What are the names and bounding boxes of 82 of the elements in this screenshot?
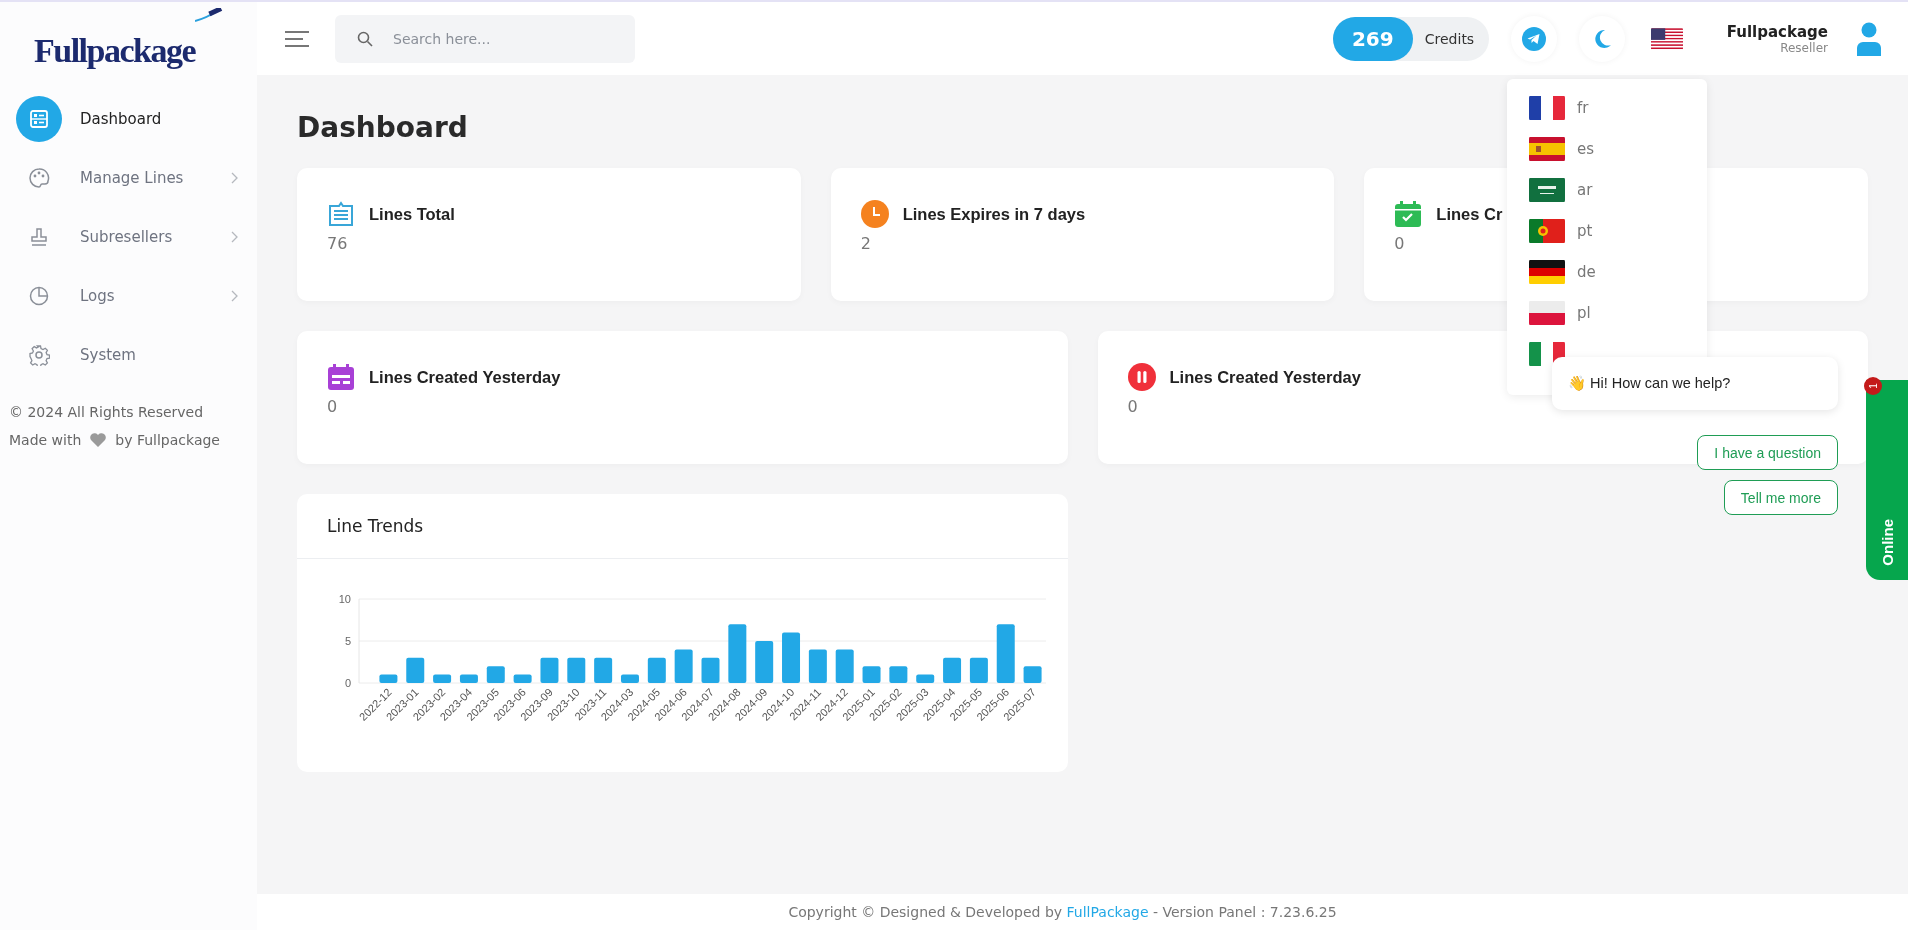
bar xyxy=(540,657,559,683)
bar xyxy=(862,666,881,683)
heart-icon xyxy=(89,432,108,448)
bar xyxy=(621,674,639,683)
menu-icon[interactable] xyxy=(285,29,309,48)
search-icon xyxy=(357,30,373,47)
credits-amount: 269 xyxy=(1332,16,1413,61)
user-role: Reseller xyxy=(1780,40,1828,55)
bar xyxy=(943,657,962,683)
copyright-text: © 2024 All Rights Reserved xyxy=(8,403,205,420)
clock-icon xyxy=(860,200,889,228)
sidebar-item[interactable]: System xyxy=(16,331,257,378)
card-title: Lines Total xyxy=(369,204,455,224)
sidebar-item[interactable]: Subresellers xyxy=(16,213,257,260)
satellite-icon xyxy=(195,8,224,22)
bar xyxy=(782,632,800,683)
card-title: Lines Cr xyxy=(1436,204,1503,224)
footer-text: Copyright © Designed & Developed by FullPackage - Version Panel : 7.23.6.25 xyxy=(788,904,1337,920)
language-option[interactable]: pl xyxy=(1577,304,1591,322)
bar xyxy=(701,657,720,683)
card-title: Lines Expires in 7 days xyxy=(902,204,1086,224)
pause-icon xyxy=(1127,363,1156,391)
axis-label: 0 xyxy=(344,677,351,689)
search-field[interactable]: Search here... xyxy=(335,14,635,63)
bar xyxy=(1023,666,1042,683)
calendar-icon xyxy=(327,363,355,391)
card-value: 0 xyxy=(1394,234,1405,253)
bar xyxy=(889,666,908,683)
axis-label: 5 xyxy=(344,635,351,647)
bar xyxy=(647,657,666,683)
bar xyxy=(379,674,398,683)
made-with-text: Made with xyxy=(9,432,82,448)
flag-icon[interactable] xyxy=(1529,259,1565,285)
dashboard-icon xyxy=(16,95,62,142)
card-value: 0 xyxy=(327,397,338,416)
bar xyxy=(916,674,935,683)
bar xyxy=(433,674,452,683)
card-value: 0 xyxy=(1127,397,1138,416)
bar xyxy=(835,649,854,683)
language-option[interactable]: es xyxy=(1577,140,1595,158)
chat-reply-button[interactable]: Tell me more xyxy=(1723,480,1838,515)
bar xyxy=(459,674,478,683)
bar xyxy=(996,624,1015,683)
chat-reply-button[interactable]: I have a question xyxy=(1697,435,1838,470)
bar xyxy=(513,674,532,683)
sidebar-item[interactable]: Manage Lines xyxy=(16,154,257,201)
language-option[interactable]: de xyxy=(1577,263,1596,281)
logo[interactable]: Fullpackage xyxy=(33,31,196,69)
bar xyxy=(594,657,613,683)
axis-label: 10 xyxy=(338,593,351,605)
calendar-check-icon xyxy=(1394,200,1423,228)
language-option[interactable]: pt xyxy=(1577,222,1593,240)
flag-icon[interactable] xyxy=(1529,95,1565,121)
notification-badge: 1 xyxy=(1864,377,1882,395)
bar xyxy=(755,641,774,683)
bar xyxy=(406,657,425,683)
sidebar-item[interactable]: Dashboard xyxy=(16,95,257,142)
card-title: Lines Created Yesterday xyxy=(369,367,561,387)
bar xyxy=(808,649,827,683)
document-icon xyxy=(327,200,355,228)
chat-greeting: 👋 Hi! How can we help? xyxy=(1552,357,1838,410)
credits-label: Credits xyxy=(1423,30,1475,47)
made-by-text: by Fullpackage xyxy=(115,432,220,448)
bar xyxy=(674,649,693,683)
language-option[interactable]: ar xyxy=(1577,181,1593,199)
page-title: Dashboard xyxy=(297,111,468,144)
flag-icon[interactable] xyxy=(1650,26,1683,51)
sidebar-item[interactable]: Logs xyxy=(16,272,257,319)
user-avatar-icon[interactable] xyxy=(1854,21,1884,56)
bar xyxy=(567,657,586,683)
bar xyxy=(969,657,988,683)
telegram-icon xyxy=(1521,26,1546,51)
user-name: Fullpackage xyxy=(1726,22,1828,41)
card-value: 2 xyxy=(860,234,871,253)
card-title: Lines Created Yesterday xyxy=(1169,367,1361,387)
flag-icon[interactable] xyxy=(1529,177,1565,203)
footer-link[interactable]: FullPackage xyxy=(1066,904,1149,920)
bar xyxy=(486,666,505,683)
chart-title: Line Trends xyxy=(297,494,1068,559)
bar xyxy=(728,624,747,683)
language-option[interactable]: fr xyxy=(1577,99,1589,117)
card-value: 76 xyxy=(327,234,348,253)
